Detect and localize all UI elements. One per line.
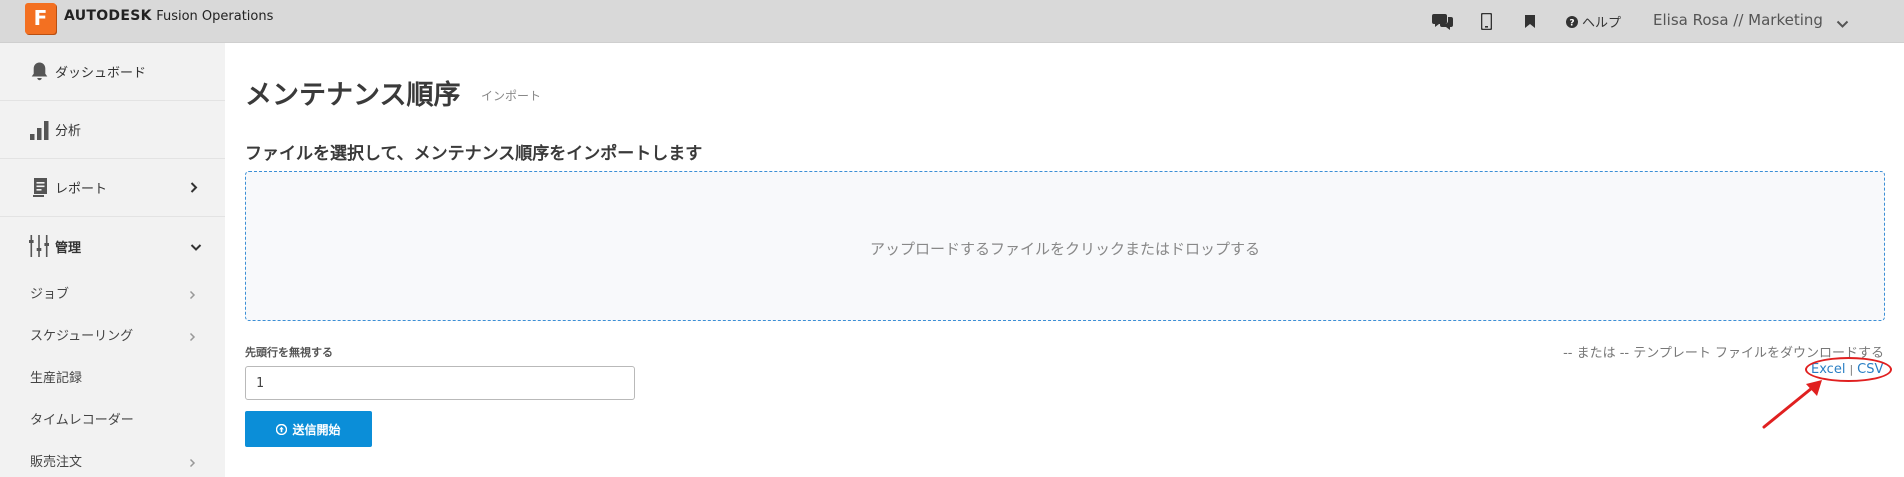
bell-icon [29,61,49,83]
chevron-right-icon [189,327,196,346]
file-dropzone[interactable]: アップロードするファイルをクリックまたはドロップする [245,171,1885,321]
link-separator: | [1849,363,1854,376]
csv-template-link[interactable]: CSV [1857,362,1883,377]
sidebar-item-management[interactable]: 管理 [0,217,225,275]
sliders-icon [29,235,49,257]
sidebar-subitem-label: ジョブ [30,287,70,302]
sidebar-subitem-label: 生産記録 [30,371,83,386]
sidebar-item-label: 分析 [55,124,82,139]
sidebar-subitem-jobs[interactable]: ジョブ [0,271,225,313]
sidebar-item-label: レポート [55,182,108,197]
skip-rows-label: 先頭行を無視する [245,346,333,359]
page-title: メンテナンス順序 [245,80,461,111]
sidebar-item-dashboard[interactable]: ダッシュボード [0,43,225,101]
help-label: ヘルプ [1582,16,1622,31]
sidebar-subitem-label: タイムレコーダー [30,413,134,428]
chevron-right-icon [190,178,198,197]
top-bar: F AUTODESK Fusion Operations ? ヘルプ Elisa… [0,0,1904,43]
template-download-text: -- または -- テンプレート ファイルをダウンロードする [1563,346,1884,361]
brand-product: Fusion Operations [156,9,274,24]
brand-name: AUTODESK Fusion Operations [64,8,273,24]
chevron-right-icon [189,285,196,304]
section-title: ファイルを選択して、メンテナンス順序をインポートします [245,144,703,164]
page-subtitle: インポート [481,89,542,103]
template-links: Excel | CSV [1811,362,1883,377]
sidebar-item-label: ダッシュボード [55,66,147,81]
annotation-arrow-icon [1762,380,1822,429]
sidebar: ダッシュボード 分析 レポート 管理 ジョブ スケジューリング 生産記録 タイム… [0,43,225,477]
help-link[interactable]: ? ヘルプ [1566,12,1621,31]
sidebar-item-reports[interactable]: レポート [0,159,225,217]
sidebar-item-label: 管理 [55,240,82,256]
brand-company: AUTODESK [64,8,152,24]
skip-rows-input[interactable] [245,366,635,400]
chat-icon[interactable] [1432,10,1454,32]
question-icon: ? [1566,15,1578,28]
user-menu[interactable]: Elisa Rosa // Marketing [1653,11,1823,29]
svg-text:?: ? [1569,18,1574,28]
mobile-icon[interactable] [1481,10,1492,32]
sidebar-subitem-sales-orders[interactable]: 販売注文 [0,439,225,477]
sidebar-subitem-label: 販売注文 [30,455,83,470]
fusion-logo[interactable]: F [25,3,56,34]
excel-template-link[interactable]: Excel [1811,362,1845,377]
sidebar-subitem-time-recorder[interactable]: タイムレコーダー [0,397,225,439]
sidebar-item-analysis[interactable]: 分析 [0,101,225,159]
chevron-right-icon [189,453,196,472]
sidebar-subitem-label: スケジューリング [30,329,134,344]
chevron-down-icon [190,237,202,256]
report-icon [29,177,49,199]
dropzone-text: アップロードするファイルをクリックまたはドロップする [869,240,1260,258]
sidebar-subitem-scheduling[interactable]: スケジューリング [0,313,225,355]
chevron-down-icon[interactable] [1836,14,1849,33]
submit-button[interactable]: 送信開始 [245,411,372,447]
bar-chart-icon [29,119,49,141]
submit-label: 送信開始 [292,422,341,437]
main-content: メンテナンス順序 インポート ファイルを選択して、メンテナンス順序をインポートし… [225,43,1904,477]
upload-icon [276,423,288,435]
bookmark-icon[interactable] [1525,10,1535,32]
sidebar-subitem-production-records[interactable]: 生産記録 [0,355,225,397]
